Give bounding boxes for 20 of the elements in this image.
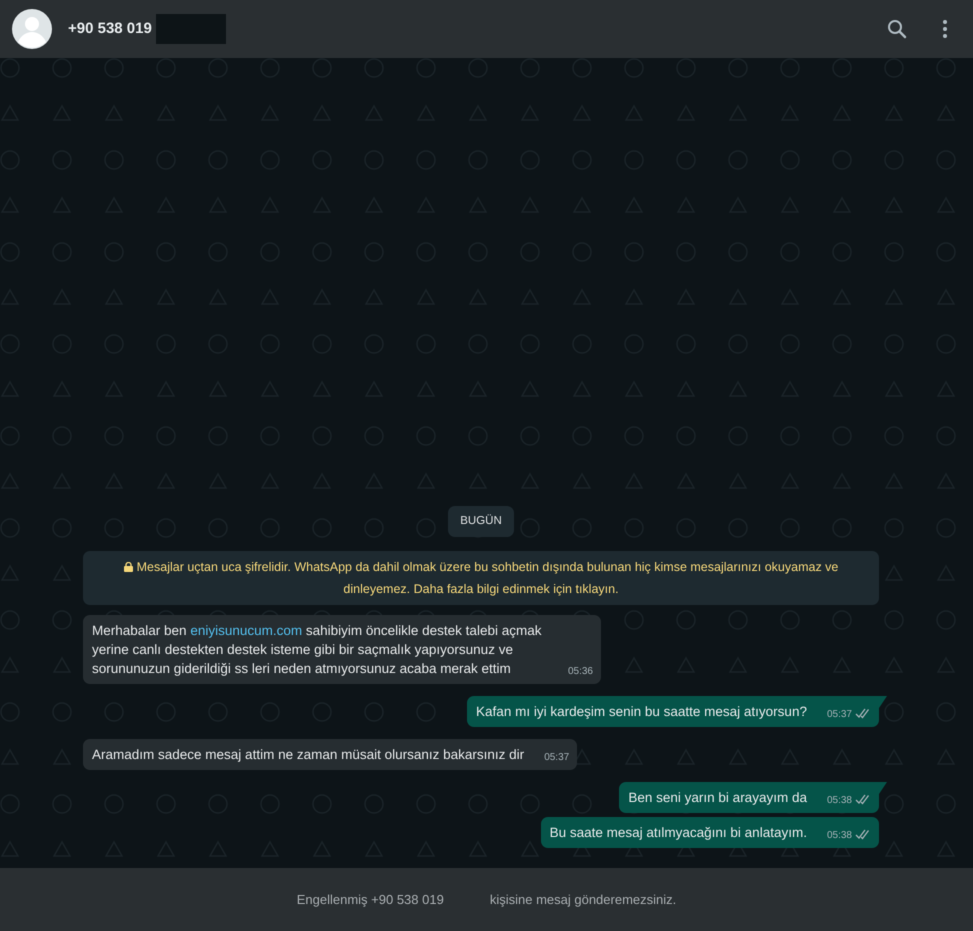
date-chip: BUGÜN xyxy=(448,506,514,537)
message-text: Bu saate mesaj atılmyacağını bi anlatayım. xyxy=(550,824,807,842)
message-time: 05:36 xyxy=(568,665,593,679)
contact-name: +90 538 019 xyxy=(68,18,152,39)
blocked-notice: kişisine mesaj gönderemezsiniz. xyxy=(490,890,676,909)
encryption-notice: Mesajlar uçtan uca şifrelidir. WhatsApp da dahil olmak üzere bu sohbetin dışında bulunan hiç kimse mesajlarınızı okuyamaz ve dinleyemez. Daha fazla bilgi edinmek için tıklayın. xyxy=(83,551,879,605)
message-time: 05:37 xyxy=(826,705,871,724)
message-time: 05:38 xyxy=(826,791,871,810)
message-text: Ben seni yarın bi arayayım da xyxy=(628,789,807,807)
message-time: 05:37 xyxy=(544,751,570,765)
lock-icon xyxy=(124,562,133,572)
avatar[interactable] xyxy=(12,9,52,49)
message-text: Merhabalar ben eniyisunucum.com sahibiyim öncelikle destek talebi açmak yerine canlı destekten destek isteme gibi bir saçmalık yapıyorsunuz ve sorununuzun giderildiği ss leri neden atmıyorsunuz acaba merak ettim xyxy=(92,622,542,678)
link[interactable]: eniyisunucum.com xyxy=(190,623,302,638)
message-text: Kafan mı iyi kardeşim senin bu saatte mesaj atıyorsun? xyxy=(476,703,807,721)
blocked-notice: Engellenmiş +90 538 019 xyxy=(296,890,444,909)
message-time: 05:38 xyxy=(826,826,871,845)
search-icon[interactable] xyxy=(885,17,909,41)
message-text: Aramadım sadece mesaj attim ne zaman müsait olursanız bakarsınız dir xyxy=(92,746,524,764)
redaction-bar xyxy=(156,14,226,44)
